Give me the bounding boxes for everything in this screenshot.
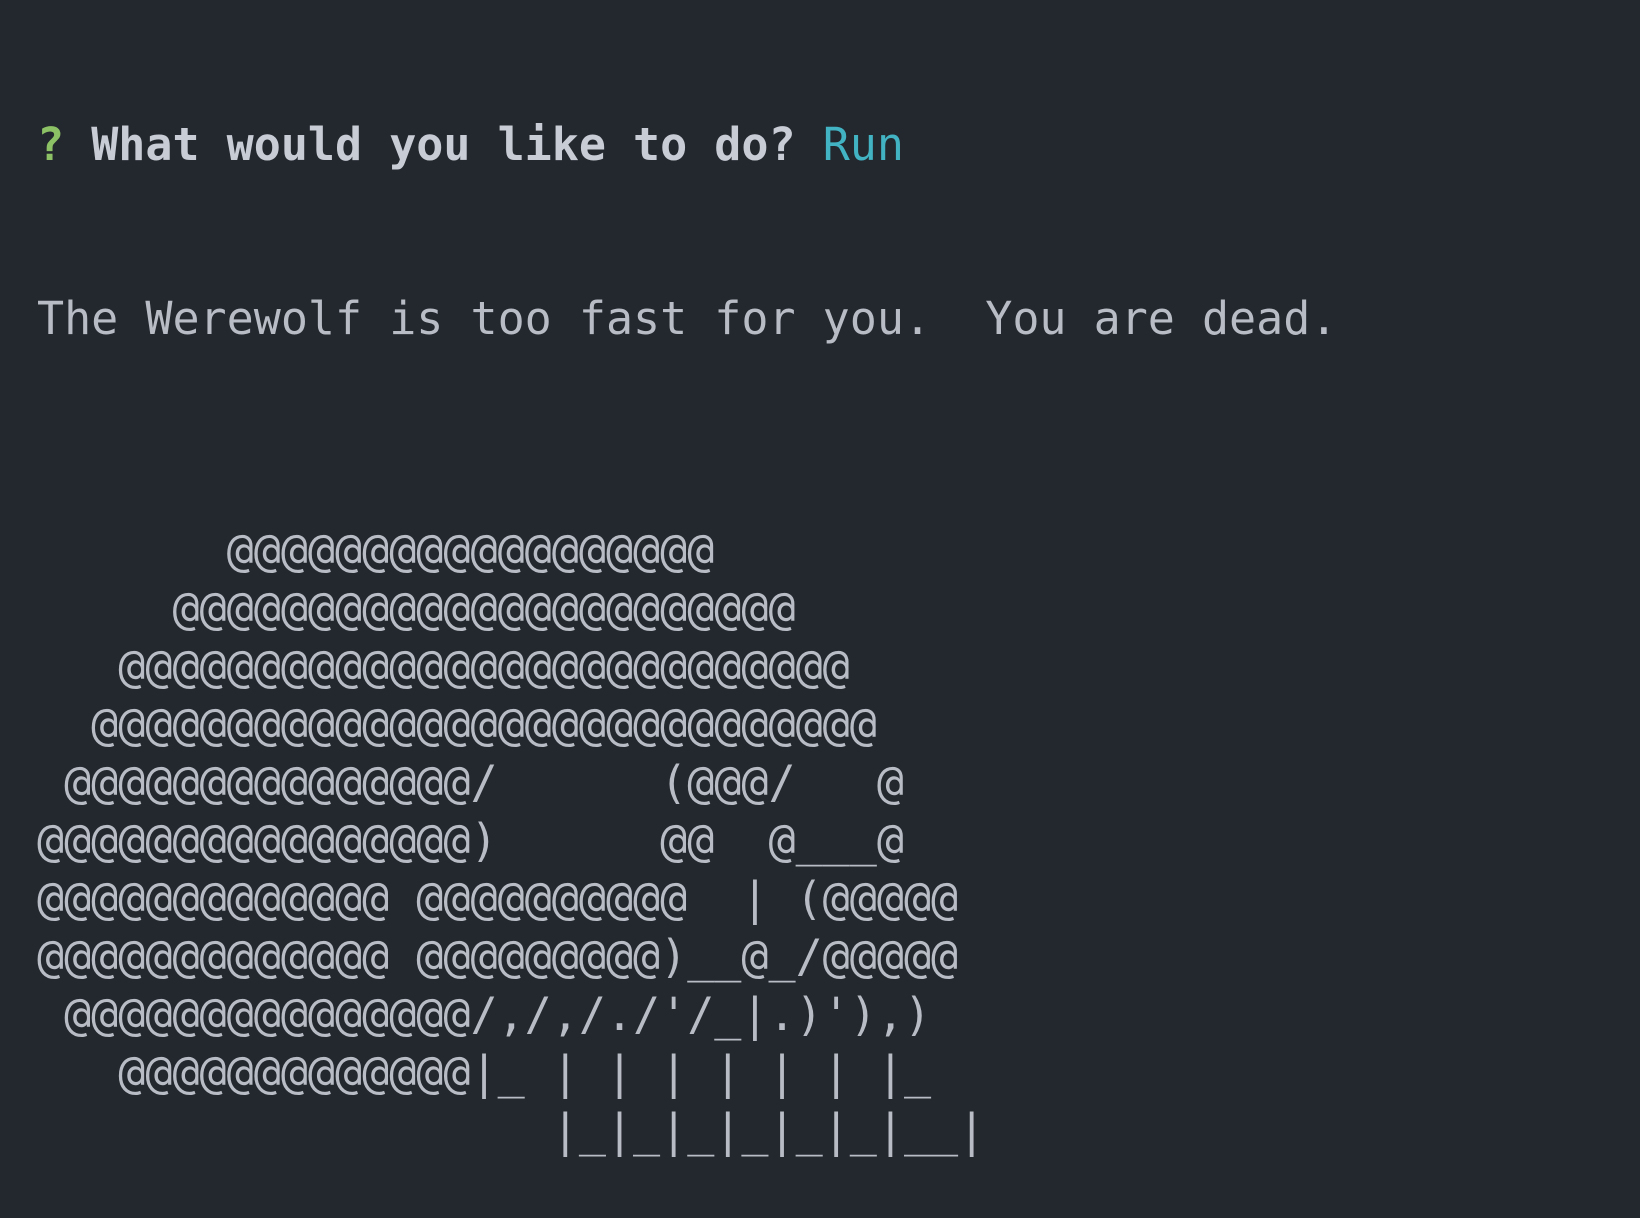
ascii-art-line: @@@@@@@@@@@@@@@@@@: [37, 524, 715, 577]
ascii-art-line: @@@@@@@@@@@@@|_ | | | | | | |_: [37, 1046, 932, 1099]
ascii-art-line: |_|_|_|_|_|_|__|: [37, 1104, 986, 1157]
game-message: The Werewolf is too fast for you. You ar…: [37, 292, 1338, 345]
prompt-answer[interactable]: Run: [823, 118, 904, 171]
ascii-art-line: @@@@@@@@@@@@@@@@@@@@@@@@@@@@@: [37, 698, 877, 751]
ascii-art-line: @@@@@@@@@@@@@@@@@@@@@@@: [37, 582, 796, 635]
skull-ascii-art: @@@@@@@@@@@@@@@@@@ @@@@@@@@@@@@@@@@@@@@@…: [37, 522, 1617, 1160]
ascii-art-line: @@@@@@@@@@@@@@@/ (@@@/ @: [37, 756, 904, 809]
ascii-art-line: @@@@@@@@@@@@@@@/,/,/./'/_|.)'),): [37, 988, 932, 1041]
prompt-marker: ?: [37, 118, 65, 171]
ascii-art-line: @@@@@@@@@@@@@ @@@@@@@@@@ | (@@@@@: [37, 872, 959, 925]
terminal-window: ? What would you like to do? Run The Wer…: [37, 0, 1617, 1157]
ascii-art-line: @@@@@@@@@@@@@ @@@@@@@@@)__@_/@@@@@: [37, 930, 959, 983]
prompt-question: What would you like to do?: [91, 118, 796, 171]
prompt-line: ? What would you like to do? Run: [37, 116, 1617, 174]
ascii-art-line: @@@@@@@@@@@@@@@@) @@ @___@: [37, 814, 904, 867]
ascii-art-line: @@@@@@@@@@@@@@@@@@@@@@@@@@@: [37, 640, 850, 693]
